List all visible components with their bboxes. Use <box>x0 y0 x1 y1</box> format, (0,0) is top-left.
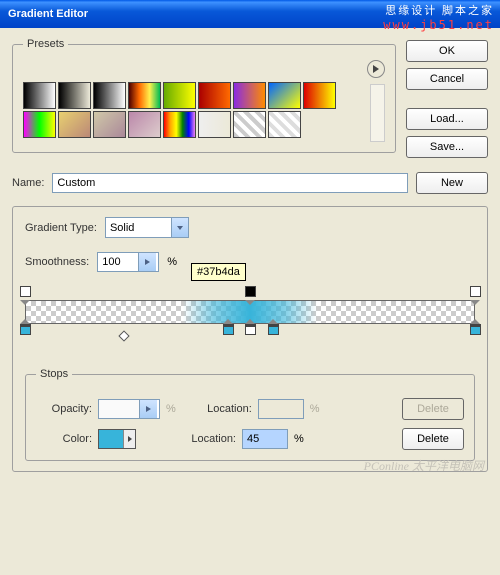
watermark-footer: PConline 太平洋电脑网 <box>364 457 484 474</box>
color-label: Color: <box>36 433 92 445</box>
opacity-input <box>98 399 160 419</box>
color-stop[interactable] <box>268 324 279 338</box>
window-title: Gradient Editor <box>8 8 88 20</box>
load-button[interactable]: Load... <box>406 108 488 130</box>
opacity-label: Opacity: <box>36 403 92 415</box>
preset-swatch[interactable] <box>198 111 231 138</box>
cancel-button[interactable]: Cancel <box>406 68 488 90</box>
gradient-bar[interactable] <box>25 286 475 346</box>
gradient-type-label: Gradient Type: <box>25 222 97 234</box>
preset-swatch[interactable] <box>163 82 196 109</box>
ok-button[interactable]: OK <box>406 40 488 62</box>
opacity-stop[interactable] <box>245 286 256 300</box>
preset-swatch[interactable] <box>268 111 301 138</box>
midpoint-marker[interactable] <box>118 330 129 341</box>
smoothness-input[interactable] <box>97 252 159 272</box>
preset-swatch[interactable] <box>93 111 126 138</box>
color-stop[interactable] <box>20 324 31 338</box>
preset-swatch[interactable] <box>23 82 56 109</box>
name-label: Name: <box>12 177 44 189</box>
preset-swatches <box>23 82 366 142</box>
preset-swatch[interactable] <box>233 111 266 138</box>
color-stop[interactable] <box>245 324 256 338</box>
color-delete-button[interactable]: Delete <box>402 428 464 450</box>
color-stop[interactable] <box>223 324 234 338</box>
opacity-location-input <box>258 399 304 419</box>
opacity-delete-button: Delete <box>402 398 464 420</box>
preset-swatch[interactable] <box>303 82 336 109</box>
preset-swatch[interactable] <box>58 82 91 109</box>
save-button[interactable]: Save... <box>406 136 488 158</box>
preset-swatch[interactable] <box>128 111 161 138</box>
color-tooltip: #37b4da <box>191 263 246 281</box>
presets-group: Presets <box>12 38 396 153</box>
gradient-section: Gradient Type: Solid Smoothness: % #37b4… <box>12 206 488 472</box>
opacity-stop[interactable] <box>20 286 31 300</box>
preset-scrollbar[interactable] <box>370 84 385 142</box>
chevron-down-icon <box>171 218 188 237</box>
preset-swatch[interactable] <box>233 82 266 109</box>
percent-label: % <box>167 256 177 268</box>
opacity-location-label: Location: <box>196 403 252 415</box>
play-icon[interactable] <box>123 430 135 448</box>
presets-menu-icon[interactable] <box>367 60 385 78</box>
stops-group: Stops Opacity: % Location: % Delete Colo… <box>25 368 475 461</box>
preset-swatch[interactable] <box>128 82 161 109</box>
play-icon[interactable] <box>138 253 156 271</box>
preset-swatch[interactable] <box>23 111 56 138</box>
preset-swatch[interactable] <box>268 82 301 109</box>
name-input[interactable] <box>52 173 408 193</box>
preset-swatch[interactable] <box>58 111 91 138</box>
new-button[interactable]: New <box>416 172 488 194</box>
stops-legend: Stops <box>36 368 72 380</box>
color-stop[interactable] <box>470 324 481 338</box>
preset-swatch[interactable] <box>93 82 126 109</box>
presets-legend: Presets <box>23 38 68 50</box>
smoothness-label: Smoothness: <box>25 256 89 268</box>
color-location-label: Location: <box>180 433 236 445</box>
color-swatch[interactable] <box>98 429 136 449</box>
preset-swatch[interactable] <box>163 111 196 138</box>
opacity-stop[interactable] <box>470 286 481 300</box>
preset-swatch[interactable] <box>198 82 231 109</box>
gradient-type-select[interactable]: Solid <box>105 217 189 238</box>
color-location-input[interactable] <box>242 429 288 449</box>
